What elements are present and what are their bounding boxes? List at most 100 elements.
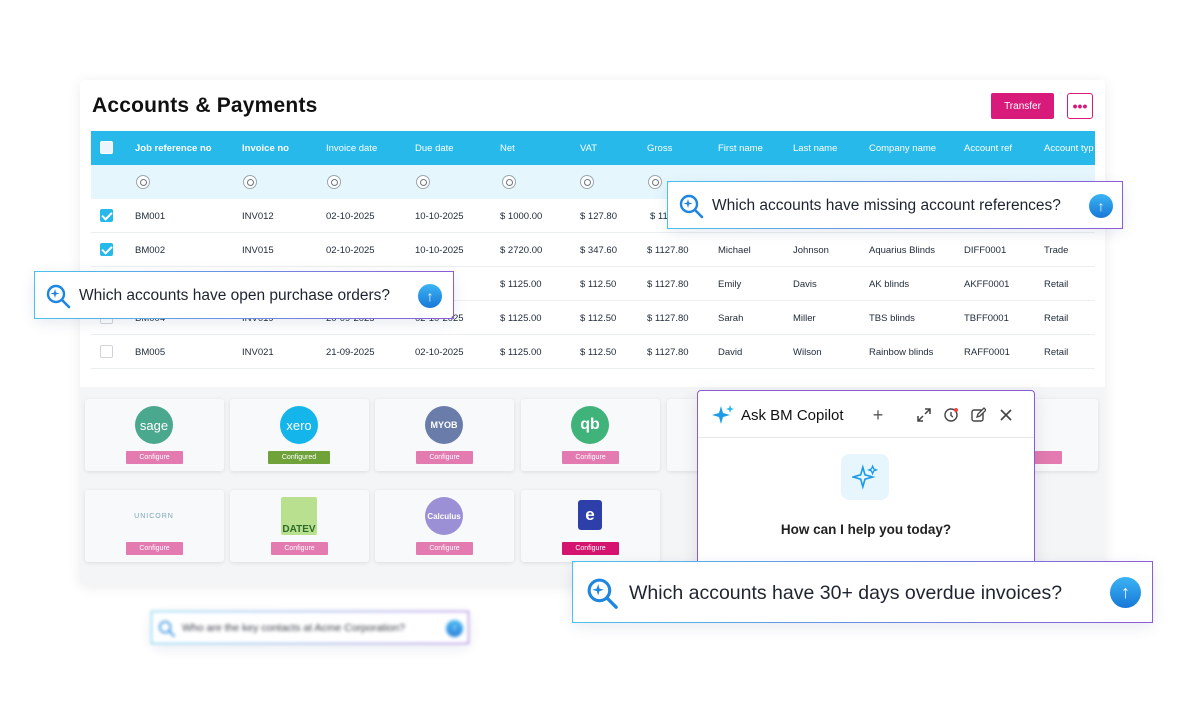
cell-account-ref: DIFF0001 [964,244,1007,256]
cell-job-ref: BM002 [135,244,166,256]
e-invoice-logo: e [578,500,602,530]
row-checkbox[interactable] [100,243,113,256]
select-all-checkbox[interactable] [100,141,113,154]
expand-icon[interactable] [914,405,934,425]
cell-net: $ 1125.00 [500,278,542,290]
configure-button[interactable]: Configure [271,542,328,555]
cell-vat: $ 112.50 [580,346,617,358]
sparkle-icon [852,464,878,490]
col-invoice-date[interactable]: Invoice date [326,131,377,165]
cell-last-name: Wilson [793,346,822,358]
send-arrow-icon[interactable]: ↑ [1110,577,1141,608]
cell-invoice-no: INV021 [242,346,274,358]
cell-last-name: Johnson [793,244,829,256]
cell-net: $ 2720.00 [500,244,543,256]
edit-icon[interactable] [968,405,988,425]
prompt-text: Which accounts have missing account refe… [712,197,1061,214]
copilot-help-text: How can I help you today? [780,522,952,537]
integration-tile-calculus: Calculus Configure [375,490,514,562]
prompt-text: Which accounts have 30+ days overdue inv… [629,582,1063,604]
filter-search-icon[interactable] [327,175,341,189]
cell-job-ref: BM001 [135,210,166,222]
configure-button[interactable]: Configure [562,542,619,555]
history-icon[interactable] [941,405,961,425]
search-sparkle-icon [587,578,618,609]
col-job-ref[interactable]: Job reference no [135,131,212,165]
prompt-text: Which accounts have open purchase orders… [79,287,391,304]
col-first-name[interactable]: First name [718,131,763,165]
send-arrow-icon[interactable]: ↑ [418,284,442,308]
col-company-name[interactable]: Company name [869,131,936,165]
cell-invoice-date: 02-10-2025 [326,210,375,222]
prompt-key-contacts[interactable]: Who are the key contacts at Acme Corpora… [151,611,469,644]
configured-button[interactable]: Configured [268,451,330,464]
integration-tile-datev: DATEV Configure [230,490,369,562]
cell-invoice-date: 02-10-2025 [326,244,375,256]
row-checkbox[interactable] [100,209,113,222]
cell-vat: $ 112.50 [580,278,617,290]
myob-logo: MYOB [425,406,463,444]
col-account-ref[interactable]: Account ref [964,131,1012,165]
table-row[interactable]: BM002 INV015 02-10-2025 10-10-2025 $ 272… [91,233,1095,267]
configure-button[interactable]: Configure [416,451,473,464]
quickbooks-logo: qb [571,406,609,444]
filter-search-icon[interactable] [648,175,662,189]
page-title: Accounts & Payments [92,94,318,117]
cell-due-date: 10-10-2025 [415,244,464,256]
prompt-overdue[interactable]: Which accounts have 30+ days overdue inv… [572,561,1153,623]
col-vat[interactable]: VAT [580,131,597,165]
cell-gross: $ 11 [650,210,668,222]
cell-job-ref: BM005 [135,346,166,358]
integration-tile-myob: MYOB Configure [375,399,514,471]
cell-account-type: Retail [1044,312,1069,324]
new-chat-plus-icon[interactable]: + [868,405,888,425]
filter-search-icon[interactable] [580,175,594,189]
cell-first-name: Emily [718,278,742,290]
send-arrow-icon[interactable]: ↑ [446,620,463,637]
cell-gross: $ 1127.80 [647,244,689,256]
send-arrow-icon[interactable]: ↑ [1089,194,1113,218]
cell-account-ref: RAFF0001 [964,346,1010,358]
cell-vat: $ 112.50 [580,312,617,324]
col-gross[interactable]: Gross [647,131,672,165]
cell-net: $ 1125.00 [500,346,542,358]
search-sparkle-icon [46,284,71,309]
prompt-missing-refs[interactable]: Which accounts have missing account refe… [667,181,1123,229]
col-invoice-no[interactable]: Invoice no [242,131,289,165]
cell-due-date: 02-10-2025 [415,346,464,358]
prompt-open-po[interactable]: Which accounts have open purchase orders… [34,271,454,319]
configure-button[interactable]: Configure [126,542,183,555]
cell-account-ref: TBFF0001 [964,312,1009,324]
configure-button[interactable]: Configure [562,451,619,464]
cell-gross: $ 1127.80 [647,278,689,290]
transfer-button[interactable]: Transfer [991,93,1054,119]
cell-invoice-no: INV015 [242,244,274,256]
table-row[interactable]: BM005 INV021 21-09-2025 02-10-2025 $ 112… [91,335,1095,369]
filter-search-icon[interactable] [416,175,430,189]
filter-search-icon[interactable] [136,175,150,189]
col-due-date[interactable]: Due date [415,131,454,165]
close-icon[interactable] [996,405,1016,425]
cell-account-type: Retail [1044,278,1069,290]
integration-tile-sage: sage Configure [85,399,224,471]
unicorn-logo: UNICORN [134,512,174,520]
xero-logo: xero [280,406,318,444]
integration-tile-unicorn: UNICORN Configure [85,490,224,562]
col-last-name[interactable]: Last name [793,131,837,165]
configure-button[interactable]: Configure [416,542,473,555]
configure-button[interactable] [1032,451,1062,464]
cell-company-name: AK blinds [869,278,910,290]
copilot-divider [698,437,1034,438]
configure-button[interactable]: Configure [126,451,183,464]
integration-tile-xero: xero Configured [230,399,369,471]
calculus-logo: Calculus [425,497,463,535]
row-checkbox[interactable] [100,345,113,358]
col-account-type[interactable]: Account typ [1044,131,1094,165]
cell-last-name: Davis [793,278,817,290]
cell-company-name: Aquarius Blinds [869,244,936,256]
filter-search-icon[interactable] [502,175,516,189]
cell-net: $ 1000.00 [500,210,543,222]
filter-search-icon[interactable] [243,175,257,189]
col-net[interactable]: Net [500,131,515,165]
more-options-button[interactable]: ••• [1067,93,1093,119]
